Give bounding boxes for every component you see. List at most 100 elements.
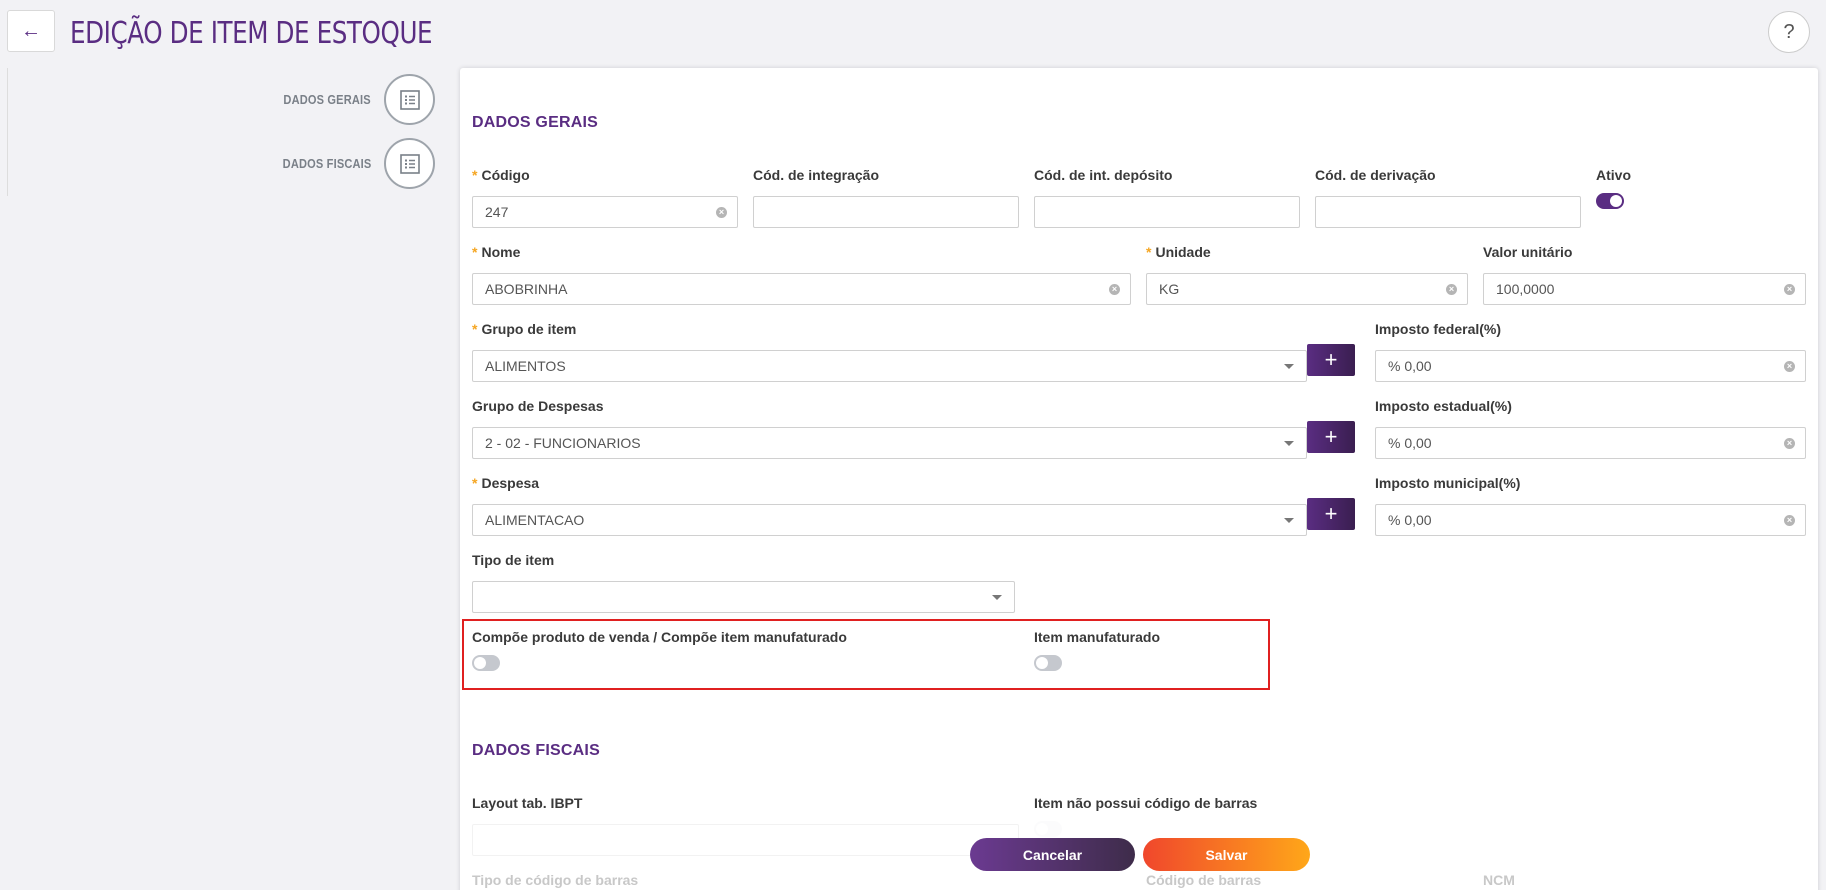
cod-derivacao-label: Cód. de derivação — [1315, 167, 1436, 183]
despesa-field: * Despesa ALIMENTACAO — [472, 474, 1307, 536]
chevron-down-icon — [992, 595, 1002, 600]
valor-unitario-label: Valor unitário — [1483, 244, 1573, 260]
compoe-produto-toggle[interactable] — [472, 655, 500, 671]
unidade-input[interactable]: KG × — [1146, 273, 1468, 305]
clear-icon[interactable]: × — [1784, 515, 1795, 526]
clear-icon[interactable]: × — [1446, 284, 1457, 295]
clear-icon[interactable]: × — [1784, 438, 1795, 449]
help-button[interactable]: ? — [1768, 11, 1810, 53]
item-manufaturado-label: Item manufaturado — [1034, 629, 1161, 645]
section-title-dados-gerais: DADOS GERAIS — [472, 114, 598, 131]
tipo-item-label: Tipo de item — [472, 552, 555, 568]
ncm-label: NCM — [1483, 872, 1515, 888]
required-mark: * — [472, 321, 478, 337]
required-mark: * — [472, 167, 478, 183]
cod-integracao-label: Cód. de integração — [753, 167, 880, 183]
grupo-item-label: Grupo de item — [481, 321, 577, 337]
cod-int-deposito-field: Cód. de int. depósito — [1034, 166, 1300, 228]
plus-icon: + — [1324, 501, 1338, 526]
imposto-federal-label: Imposto federal(%) — [1375, 321, 1502, 337]
page-title: EDIÇÃO DE ITEM DE ESTOQUE — [70, 16, 433, 51]
save-button[interactable]: Salvar — [1143, 838, 1310, 871]
nav-divider — [7, 68, 8, 196]
cancel-button[interactable]: Cancelar — [970, 838, 1135, 871]
imposto-federal-value: % 0,00 — [1388, 358, 1432, 374]
despesa-select[interactable]: ALIMENTACAO — [472, 504, 1307, 536]
unidade-label: Unidade — [1155, 244, 1211, 260]
add-grupo-despesas-button[interactable]: + — [1307, 421, 1355, 453]
cod-integracao-input[interactable] — [753, 196, 1019, 228]
tipo-item-select[interactable] — [472, 581, 1015, 613]
valor-unitario-input[interactable]: 100,0000 × — [1483, 273, 1806, 305]
codigo-barras-label: Código de barras — [1146, 872, 1262, 888]
ativo-label: Ativo — [1596, 167, 1631, 183]
cod-int-deposito-label: Cód. de int. depósito — [1034, 167, 1173, 183]
add-grupo-item-button[interactable]: + — [1307, 344, 1355, 376]
despesa-label: Despesa — [481, 475, 540, 491]
item-manufaturado-toggle[interactable] — [1034, 655, 1062, 671]
chevron-down-icon — [1284, 364, 1294, 369]
valor-unitario-field: Valor unitário 100,0000 × — [1483, 243, 1806, 305]
unidade-value: KG — [1159, 281, 1180, 297]
nome-label: Nome — [481, 244, 521, 260]
imposto-federal-input[interactable]: % 0,00 × — [1375, 350, 1806, 382]
imposto-municipal-value: % 0,00 — [1388, 512, 1432, 528]
grupo-despesas-value: 2 - 02 - FUNCIONARIOS — [485, 435, 641, 451]
arrow-left-icon: ← — [21, 19, 41, 42]
grupo-item-field: * Grupo de item ALIMENTOS — [472, 320, 1307, 382]
imposto-municipal-label: Imposto municipal(%) — [1375, 475, 1521, 491]
imposto-municipal-input[interactable]: % 0,00 × — [1375, 504, 1806, 536]
despesa-value: ALIMENTACAO — [485, 512, 585, 528]
cod-derivacao-input[interactable] — [1315, 196, 1581, 228]
imposto-estadual-value: % 0,00 — [1388, 435, 1432, 451]
cod-int-deposito-input[interactable] — [1034, 196, 1300, 228]
valor-unitario-value: 100,0000 — [1496, 281, 1555, 297]
layout-ibpt-label: Layout tab. IBPT — [472, 795, 583, 811]
item-manufaturado-field: Item manufaturado — [1034, 628, 1294, 671]
cod-derivacao-field: Cód. de derivação — [1315, 166, 1581, 228]
clear-icon[interactable]: × — [1784, 361, 1795, 372]
nome-input[interactable]: ABOBRINHA × — [472, 273, 1131, 305]
imposto-estadual-field: Imposto estadual(%) % 0,00 × — [1375, 397, 1806, 459]
clear-icon[interactable]: × — [1109, 284, 1120, 295]
grupo-despesas-select[interactable]: 2 - 02 - FUNCIONARIOS — [472, 427, 1307, 459]
required-mark: * — [472, 244, 478, 260]
plus-icon: + — [1324, 347, 1338, 372]
codigo-field: * Código 247 × — [472, 166, 738, 228]
question-icon: ? — [1783, 20, 1795, 43]
cod-integracao-field: Cód. de integração — [753, 166, 1019, 228]
nav-item-dados-fiscais[interactable]: DADOS FISCAIS — [267, 138, 435, 189]
ativo-field: Ativo — [1596, 166, 1676, 209]
grupo-item-select[interactable]: ALIMENTOS — [472, 350, 1307, 382]
imposto-estadual-label: Imposto estadual(%) — [1375, 398, 1512, 414]
tipo-codigo-barras-label: Tipo de código de barras — [472, 872, 639, 888]
imposto-federal-field: Imposto federal(%) % 0,00 × — [1375, 320, 1806, 382]
nav-item-label: DADOS FISCAIS — [282, 156, 371, 171]
imposto-estadual-input[interactable]: % 0,00 × — [1375, 427, 1806, 459]
unidade-field: * Unidade KG × — [1146, 243, 1468, 305]
add-despesa-button[interactable]: + — [1307, 498, 1355, 530]
action-bar: Cancelar Salvar — [970, 838, 1310, 871]
required-mark: * — [472, 475, 478, 491]
grupo-item-value: ALIMENTOS — [485, 358, 566, 374]
compoe-produto-label: Compõe produto de venda / Compõe item ma… — [472, 629, 847, 645]
list-icon — [384, 74, 435, 125]
plus-icon: + — [1324, 424, 1338, 449]
codigo-value: 247 — [485, 204, 509, 220]
ativo-toggle[interactable] — [1596, 193, 1624, 209]
grupo-despesas-label: Grupo de Despesas — [472, 398, 604, 414]
grupo-despesas-field: Grupo de Despesas 2 - 02 - FUNCIONARIOS — [472, 397, 1307, 459]
back-button[interactable]: ← — [7, 10, 55, 52]
clear-icon[interactable]: × — [1784, 284, 1795, 295]
chevron-down-icon — [1284, 518, 1294, 523]
nome-value: ABOBRINHA — [485, 281, 568, 297]
required-mark: * — [1146, 244, 1152, 260]
nome-field: * Nome ABOBRINHA × — [472, 243, 1131, 305]
compoe-produto-field: Compõe produto de venda / Compõe item ma… — [472, 628, 992, 671]
nav-item-label: DADOS GERAIS — [283, 92, 371, 107]
imposto-municipal-field: Imposto municipal(%) % 0,00 × — [1375, 474, 1806, 536]
clear-icon[interactable]: × — [716, 207, 727, 218]
codigo-input[interactable]: 247 × — [472, 196, 738, 228]
chevron-down-icon — [1284, 441, 1294, 446]
nav-item-dados-gerais[interactable]: DADOS GERAIS — [268, 74, 435, 125]
